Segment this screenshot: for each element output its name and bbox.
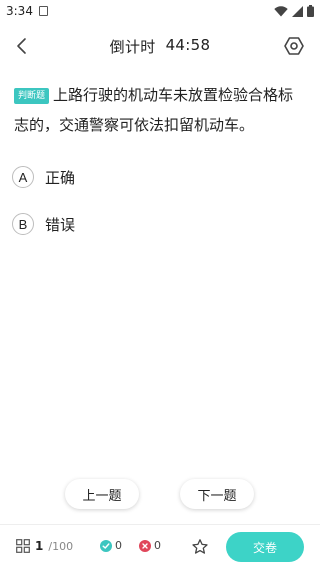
wrong-count: 0: [139, 539, 161, 552]
back-button[interactable]: [10, 34, 34, 58]
bottom-bar: 1 /100 0 0 交卷: [0, 524, 320, 568]
progress-total: /100: [48, 539, 74, 553]
countdown-timer: 倒计时 44:58: [110, 36, 211, 57]
status-time: 3:34: [6, 4, 33, 18]
settings-button[interactable]: [282, 34, 306, 58]
prev-question-button[interactable]: 上一题: [65, 479, 139, 509]
wrong-count-value: 0: [154, 539, 161, 552]
favorite-button[interactable]: [190, 537, 210, 557]
timer-label: 倒计时: [109, 37, 156, 56]
progress-current: 1: [35, 539, 44, 553]
option-a-text: 正确: [45, 168, 76, 187]
check-icon: [100, 539, 112, 552]
option-b[interactable]: B 错误: [12, 213, 75, 235]
header: 倒计时 44:58: [0, 22, 320, 70]
option-b-letter: B: [12, 213, 34, 235]
battery-icon: [307, 5, 314, 17]
wifi-icon: [274, 5, 288, 16]
grid-icon: [16, 539, 30, 553]
submit-exam-button[interactable]: 交卷: [226, 532, 304, 562]
question-text-block: 判断题 上路行驶的机动车未放置检验合格标志的，交通警察可依法扣留机动车。: [14, 80, 308, 140]
signal-icon: [292, 5, 303, 17]
sim-card-icon: [38, 6, 48, 16]
chevron-left-icon: [17, 38, 26, 54]
question-progress[interactable]: 1 /100: [16, 539, 73, 553]
cross-icon: [139, 539, 151, 552]
question-type-badge: 判断题: [14, 88, 50, 104]
next-question-button[interactable]: 下一题: [180, 479, 254, 509]
gear-icon: [284, 37, 304, 55]
status-bar: 3:34: [0, 0, 320, 22]
option-b-text: 错误: [45, 215, 76, 234]
timer-value: 44:58: [165, 35, 211, 54]
star-icon: [192, 539, 208, 554]
option-a-letter: A: [12, 166, 34, 188]
option-a[interactable]: A 正确: [12, 166, 75, 188]
question-text: 上路行驶的机动车未放置检验合格标志的，交通警察可依法扣留机动车。: [14, 86, 294, 134]
correct-count-value: 0: [115, 539, 122, 552]
correct-count: 0: [100, 539, 122, 552]
